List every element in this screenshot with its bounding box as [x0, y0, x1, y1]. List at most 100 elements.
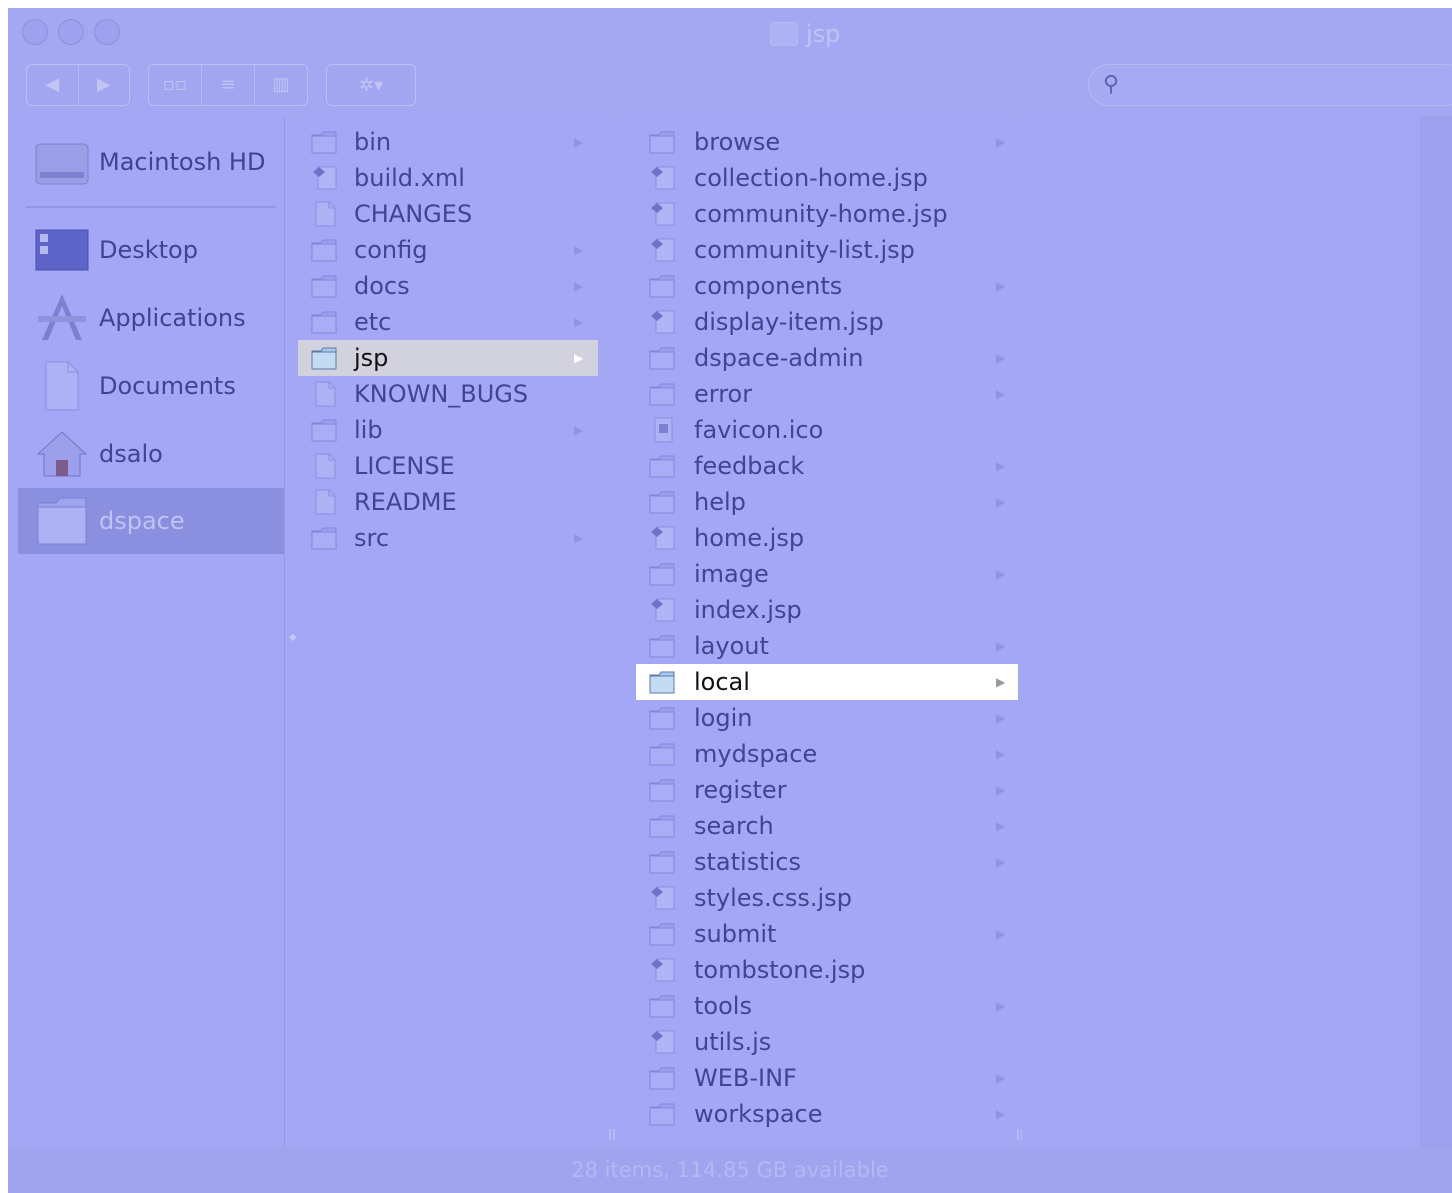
list-item[interactable]: src ▶: [298, 520, 598, 556]
list-item[interactable]: error ▶: [636, 376, 1018, 412]
list-item[interactable]: dspace-admin ▶: [636, 340, 1018, 376]
list-item[interactable]: KNOWN_BUGS: [298, 376, 598, 412]
list-item[interactable]: favicon.ico: [636, 412, 1018, 448]
folder-icon: [648, 775, 678, 805]
disclosure-arrow-icon: ▶: [996, 459, 1006, 473]
list-item[interactable]: home.jsp: [636, 520, 1018, 556]
icon-view-button[interactable]: ▫▫: [149, 65, 201, 105]
list-item[interactable]: CHANGES: [298, 196, 598, 232]
list-item[interactable]: browse ▶: [636, 124, 1018, 160]
list-view-button[interactable]: ≡: [201, 65, 254, 105]
list-item[interactable]: community-home.jsp: [636, 196, 1018, 232]
list-item[interactable]: help ▶: [636, 484, 1018, 520]
list-item[interactable]: LICENSE: [298, 448, 598, 484]
list-item[interactable]: login ▶: [636, 700, 1018, 736]
folder-icon: [770, 22, 798, 46]
list-item[interactable]: docs ▶: [298, 268, 598, 304]
item-label: src: [354, 524, 390, 552]
list-item[interactable]: statistics ▶: [636, 844, 1018, 880]
column-3[interactable]: [1022, 116, 1420, 1148]
item-label: community-home.jsp: [694, 200, 948, 228]
back-button[interactable]: ◀: [27, 65, 78, 105]
list-item[interactable]: index.jsp: [636, 592, 1018, 628]
script-file-icon: [648, 235, 678, 265]
list-item[interactable]: build.xml: [298, 160, 598, 196]
sidebar-item-label: Applications: [99, 304, 246, 332]
disclosure-arrow-icon: ▶: [996, 567, 1006, 581]
disclosure-arrow-icon: ▶: [996, 747, 1006, 761]
view-mode-control: ▫▫ ≡ ▥: [148, 64, 308, 106]
item-label: dspace-admin: [694, 344, 864, 372]
list-item[interactable]: WEB-INF ▶: [636, 1060, 1018, 1096]
list-item[interactable]: README: [298, 484, 598, 520]
disclosure-arrow-icon: ▶: [574, 315, 584, 329]
status-bar: 28 items, 114.85 GB available: [8, 1148, 1452, 1193]
document-icon: [310, 379, 340, 409]
folder-icon: [648, 667, 678, 697]
item-label: workspace: [694, 1100, 823, 1128]
list-item[interactable]: community-list.jsp: [636, 232, 1018, 268]
list-item[interactable]: styles.css.jsp: [636, 880, 1018, 916]
list-item[interactable]: components ▶: [636, 268, 1018, 304]
finder-window: jsp ◀ ▶ ▫▫ ≡ ▥ ✲▾ ⚲ Macintosh HD Desktop A…: [8, 8, 1452, 1193]
column-1[interactable]: bin ▶ build.xml CHANGES config ▶ docs ▶ etc ▶ jsp ▶…: [298, 116, 600, 1148]
list-item[interactable]: workspace ▶: [636, 1096, 1018, 1132]
action-menu-button[interactable]: ✲▾: [326, 64, 416, 106]
column-2[interactable]: ll ll browse ▶ collection-home.jsp communit…: [608, 116, 1024, 1148]
item-label: bin: [354, 128, 392, 156]
sidebar-item-dsalo[interactable]: dsalo: [18, 424, 284, 484]
disclosure-arrow-icon: ▶: [574, 423, 584, 437]
list-item[interactable]: local ▶: [636, 664, 1018, 700]
sidebar-item-label: Macintosh HD: [99, 148, 266, 176]
list-item[interactable]: bin ▶: [298, 124, 598, 160]
status-text: 28 items, 114.85 GB available: [571, 1158, 889, 1182]
item-label: browse: [694, 128, 781, 156]
folder-icon: [310, 307, 340, 337]
column-view-button[interactable]: ▥: [254, 65, 307, 105]
search-field[interactable]: ⚲: [1088, 64, 1452, 106]
zoom-window-button[interactable]: [94, 19, 120, 45]
list-item[interactable]: collection-home.jsp: [636, 160, 1018, 196]
list-item[interactable]: submit ▶: [636, 916, 1018, 952]
item-label: feedback: [694, 452, 805, 480]
list-item[interactable]: layout ▶: [636, 628, 1018, 664]
list-item[interactable]: feedback ▶: [636, 448, 1018, 484]
search-input[interactable]: [1133, 71, 1437, 101]
disclosure-arrow-icon: ▶: [574, 279, 584, 293]
folder-icon: [648, 1099, 678, 1129]
list-item[interactable]: tools ▶: [636, 988, 1018, 1024]
sidebar-resize-handle[interactable]: ◆: [289, 632, 297, 643]
list-item[interactable]: etc ▶: [298, 304, 598, 340]
script-file-icon: [310, 163, 340, 193]
list-item[interactable]: register ▶: [636, 772, 1018, 808]
list-item[interactable]: image ▶: [636, 556, 1018, 592]
list-item[interactable]: mydspace ▶: [636, 736, 1018, 772]
list-item[interactable]: utils.js: [636, 1024, 1018, 1060]
folder-icon: [310, 127, 340, 157]
forward-button[interactable]: ▶: [77, 65, 130, 105]
folder-icon: [648, 739, 678, 769]
disclosure-arrow-icon: ▶: [996, 711, 1006, 725]
sidebar-item-dspace[interactable]: dspace: [18, 488, 284, 554]
disclosure-arrow-icon: ▶: [574, 351, 584, 365]
column-view-edge: [1420, 116, 1452, 1148]
sidebar-item-applications[interactable]: Applications: [18, 288, 284, 348]
list-item[interactable]: jsp ▶: [298, 340, 598, 376]
script-file-icon: [648, 595, 678, 625]
sidebar-item-macintosh-hd[interactable]: Macintosh HD: [18, 132, 284, 192]
column-1-resize-grip[interactable]: ll: [608, 1128, 616, 1144]
list-item[interactable]: search ▶: [636, 808, 1018, 844]
item-label: community-list.jsp: [694, 236, 915, 264]
item-label: submit: [694, 920, 777, 948]
list-item[interactable]: display-item.jsp: [636, 304, 1018, 340]
close-window-button[interactable]: [22, 19, 48, 45]
list-item[interactable]: config ▶: [298, 232, 598, 268]
sidebar-item-desktop[interactable]: Desktop: [18, 220, 284, 280]
desktop-icon: [32, 222, 92, 278]
list-item[interactable]: lib ▶: [298, 412, 598, 448]
sidebar-item-documents[interactable]: Documents: [18, 356, 284, 416]
minimize-window-button[interactable]: [58, 19, 84, 45]
disclosure-arrow-icon: ▶: [996, 1071, 1006, 1085]
list-item[interactable]: tombstone.jsp: [636, 952, 1018, 988]
disclosure-arrow-icon: ▶: [996, 279, 1006, 293]
